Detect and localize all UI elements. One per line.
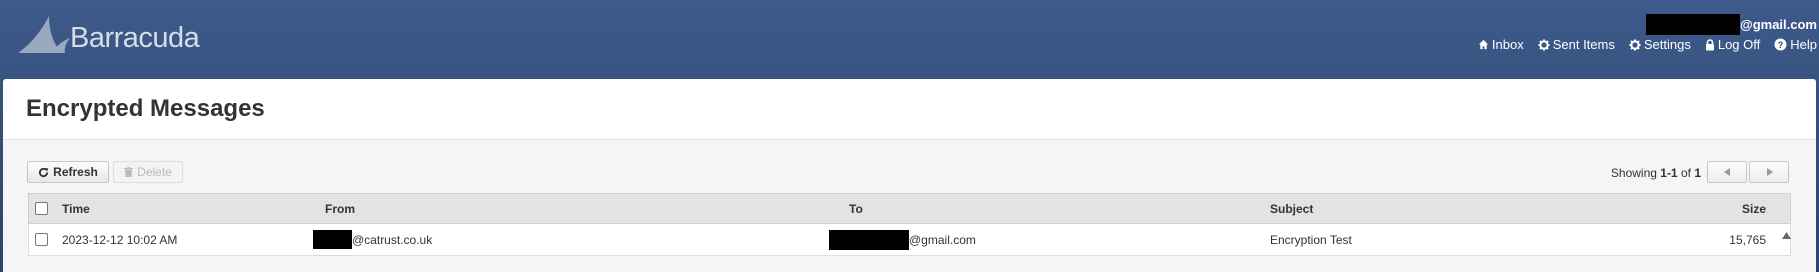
user-account: @gmail.com (1646, 14, 1817, 35)
column-header-to[interactable]: To (849, 194, 863, 223)
showing-of: of (1680, 166, 1691, 180)
previous-page-button[interactable] (1707, 161, 1747, 183)
refresh-icon (39, 167, 49, 177)
chevron-right-icon (1766, 168, 1773, 176)
row-select-cell (35, 224, 48, 255)
delete-label: Delete (137, 165, 172, 179)
row-time: 2023-12-12 10:02 AM (62, 232, 178, 247)
barracuda-fin-icon (18, 16, 70, 53)
trash-icon (124, 167, 134, 177)
delete-button[interactable]: Delete (113, 161, 183, 183)
main-panel: Encrypted Messages Refresh Delete Showin… (3, 79, 1816, 272)
showing-range: 1-1 (1660, 166, 1678, 180)
showing-prefix: Showing (1610, 166, 1657, 180)
nav-inbox-label: Inbox (1491, 37, 1524, 52)
row-from-suffix: @catrust.co.uk (352, 232, 433, 247)
nav-sent-items[interactable]: Sent Items (1538, 37, 1615, 52)
showing-total: 1 (1694, 166, 1701, 180)
nav-inbox[interactable]: Inbox (1478, 37, 1524, 52)
redacted-sender (313, 230, 352, 249)
lock-icon (1705, 38, 1714, 50)
app-header: Barracuda @gmail.com Inbox Sent Items Se… (0, 0, 1819, 79)
home-icon (1478, 39, 1488, 50)
help-icon: ? (1774, 38, 1787, 51)
page-title: Encrypted Messages (26, 95, 265, 122)
refresh-button[interactable]: Refresh (27, 161, 109, 183)
user-email-suffix: @gmail.com (1740, 17, 1817, 32)
gear-icon (1538, 39, 1550, 50)
column-header-subject[interactable]: Subject (1270, 194, 1313, 223)
nav-help[interactable]: ? Help (1774, 37, 1817, 52)
barracuda-logo[interactable]: Barracuda (18, 9, 200, 54)
nav-log-off[interactable]: Log Off (1705, 37, 1760, 52)
messages-table: Time From To Subject Size 2023-12-12 10:… (28, 193, 1791, 256)
table-header-row: Time From To Subject Size (28, 193, 1791, 224)
row-size: 15,765 (1729, 232, 1766, 247)
row-to: @gmail.com (829, 224, 976, 255)
select-all-cell (35, 194, 48, 223)
scroll-up-arrow-icon[interactable] (1782, 232, 1791, 239)
top-nav: Inbox Sent Items Settings Log Off ? Help (1464, 37, 1817, 52)
row-to-suffix: @gmail.com (909, 232, 976, 247)
column-header-size[interactable]: Size (1742, 194, 1766, 223)
nav-sent-items-label: Sent Items (1552, 37, 1615, 52)
nav-log-off-label: Log Off (1717, 37, 1761, 52)
next-page-button[interactable] (1749, 161, 1789, 183)
select-all-checkbox[interactable] (35, 202, 48, 215)
chevron-left-icon (1723, 168, 1730, 176)
panel-header: Encrypted Messages (3, 79, 1816, 140)
logo-text: Barracuda (70, 22, 200, 54)
nav-settings-label: Settings (1643, 37, 1691, 52)
nav-help-label: Help (1790, 37, 1817, 52)
pagination-status: Showing 1-1 of 1 (1611, 166, 1701, 180)
column-header-time[interactable]: Time (62, 194, 90, 223)
gear-icon (1629, 39, 1641, 50)
nav-settings[interactable]: Settings (1629, 37, 1691, 52)
toolbar: Refresh Delete Showing 1-1 of 1 (3, 140, 1816, 193)
column-header-from[interactable]: From (325, 194, 355, 223)
row-subject: Encryption Test (1270, 232, 1352, 247)
refresh-label: Refresh (53, 165, 98, 179)
redacted-username (1646, 14, 1741, 35)
table-row[interactable]: 2023-12-12 10:02 AM @catrust.co.uk @gmai… (28, 224, 1791, 256)
redacted-recipient (829, 229, 909, 250)
row-from: @catrust.co.uk (313, 224, 432, 255)
row-checkbox[interactable] (35, 233, 48, 246)
svg-text:?: ? (1778, 40, 1784, 50)
